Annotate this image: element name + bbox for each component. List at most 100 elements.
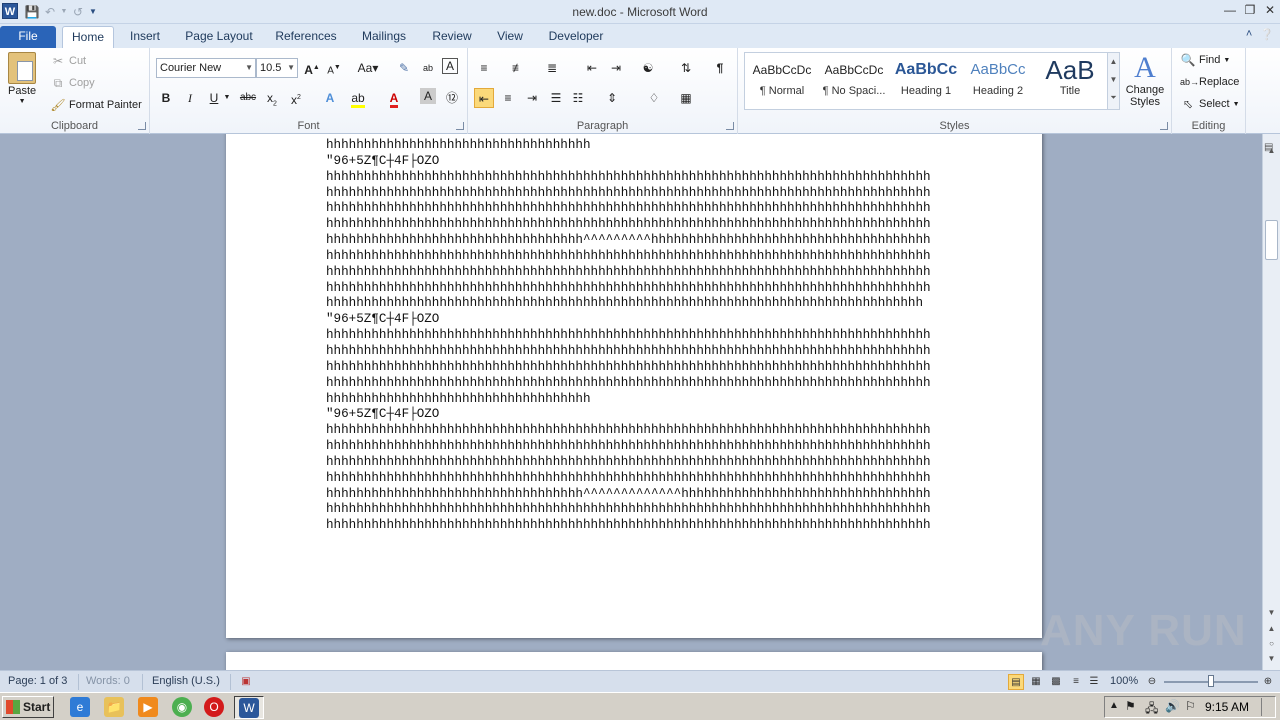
find-button[interactable]: 🔍 Find ▼ xyxy=(1180,52,1231,68)
decrease-indent-icon[interactable]: ⇤ xyxy=(582,58,602,78)
vertical-scrollbar[interactable]: ▲ ▼ ▲ ○ ▼ xyxy=(1262,134,1280,670)
document-line[interactable]: hhhhhhhhhhhhhhhhhhhhhhhhhhhhhhhhhhhhhhhh… xyxy=(326,186,931,202)
document-line[interactable]: "96+5Z¶C┼4F├OZO xyxy=(326,407,931,423)
document-line[interactable]: hhhhhhhhhhhhhhhhhhhhhhhhhhhhhhhhhhhhhhhh… xyxy=(326,471,931,487)
align-left-icon[interactable]: ⇤ xyxy=(474,88,494,108)
draft-view-icon[interactable]: ☰ xyxy=(1086,674,1102,690)
strikethrough-button[interactable]: abc xyxy=(238,88,258,108)
document-line[interactable]: hhhhhhhhhhhhhhhhhhhhhhhhhhhhhhhhhhhhhhhh… xyxy=(326,518,931,534)
justify-icon[interactable]: ☰ xyxy=(546,88,566,108)
sort-icon[interactable]: ⇅ xyxy=(676,58,696,78)
scroll-down-icon[interactable]: ▼ xyxy=(1263,608,1280,617)
bullets-icon[interactable]: ≡ xyxy=(474,58,494,78)
show-desktop-button[interactable] xyxy=(1261,698,1273,716)
start-button[interactable]: Start xyxy=(2,696,54,718)
media-player-icon[interactable]: ▶ xyxy=(138,697,158,717)
document-line[interactable]: hhhhhhhhhhhhhhhhhhhhhhhhhhhhhhhhhhhhhhhh… xyxy=(326,265,931,281)
document-line[interactable]: hhhhhhhhhhhhhhhhhhhhhhhhhhhhhhhhhhhhhhhh… xyxy=(326,376,931,392)
styles-gallery-scroll[interactable]: ▲ ▼ ⏷ xyxy=(1107,53,1119,109)
print-layout-view-icon[interactable]: ▤ xyxy=(1008,674,1024,690)
gallery-down-icon[interactable]: ▼ xyxy=(1108,71,1119,89)
style-heading-2[interactable]: AaBbCc Heading 2 xyxy=(963,55,1033,107)
scroll-thumb[interactable] xyxy=(1265,220,1278,260)
underline-button[interactable]: U xyxy=(204,88,224,108)
align-right-icon[interactable]: ⇥ xyxy=(522,88,542,108)
document-line[interactable]: hhhhhhhhhhhhhhhhhhhhhhhhhhhhhhhhhhhhhhhh… xyxy=(326,328,931,344)
tab-references[interactable]: References xyxy=(272,26,340,48)
document-line[interactable]: hhhhhhhhhhhhhhhhhhhhhhhhhhhhhhhhhhhhhhhh… xyxy=(326,344,931,360)
style-normal[interactable]: AaBbCcDc ¶ Normal xyxy=(747,55,817,107)
close-icon[interactable]: ✕ xyxy=(1260,0,1280,20)
document-page[interactable]: hhhhhhhhhhhhhhhhhhhhhhhhhhhhhhhhhhh "96+5… xyxy=(226,134,1042,638)
highlight-color-icon[interactable]: ab xyxy=(348,88,368,108)
format-painter-button[interactable]: 🖌 Format Painter xyxy=(50,97,141,113)
web-layout-icon[interactable]: ▩ xyxy=(1048,674,1064,690)
outline-view-icon[interactable]: ≡ xyxy=(1068,674,1084,690)
change-case-button[interactable]: Aa▾ xyxy=(354,58,382,78)
show-formatting-marks-icon[interactable]: ¶ xyxy=(710,58,730,78)
document-line[interactable]: hhhhhhhhhhhhhhhhhhhhhhhhhhhhhhhhhhh xyxy=(326,392,931,408)
paragraph-launcher-icon[interactable] xyxy=(726,122,734,130)
gallery-more-icon[interactable]: ⏷ xyxy=(1108,89,1119,107)
select-button[interactable]: ⬁ Select ▼ xyxy=(1180,96,1240,112)
page-count[interactable]: Page: 1 of 3 xyxy=(8,675,67,687)
show-hidden-icons-icon[interactable]: ▲ xyxy=(1109,700,1119,711)
word-count[interactable]: Words: 0 xyxy=(86,675,130,687)
change-styles-button[interactable]: A Change Styles xyxy=(1124,52,1166,109)
gallery-up-icon[interactable]: ▲ xyxy=(1108,53,1119,71)
line-spacing-icon[interactable]: ⇕ xyxy=(602,88,622,108)
next-page-icon[interactable]: ▼ xyxy=(1263,654,1280,663)
character-border-icon[interactable]: A xyxy=(442,58,458,74)
tab-insert[interactable]: Insert xyxy=(124,26,166,48)
style-no-spacing[interactable]: AaBbCcDc ¶ No Spaci... xyxy=(819,55,889,107)
character-shading-icon[interactable]: A xyxy=(420,88,436,104)
cut-button[interactable]: ✂ Cut xyxy=(50,53,86,69)
styles-launcher-icon[interactable] xyxy=(1160,122,1168,130)
document-body[interactable]: hhhhhhhhhhhhhhhhhhhhhhhhhhhhhhhhhhh "96+5… xyxy=(326,138,931,534)
taskbar-word-window[interactable]: W xyxy=(234,696,264,719)
style-title[interactable]: AaB Title xyxy=(1035,55,1105,107)
previous-page-icon[interactable]: ▲ xyxy=(1263,624,1280,633)
document-line[interactable]: hhhhhhhhhhhhhhhhhhhhhhhhhhhhhhhhhhhhhhhh… xyxy=(326,296,931,312)
align-center-icon[interactable]: ≡ xyxy=(498,88,518,108)
document-line[interactable]: hhhhhhhhhhhhhhhhhhhhhhhhhhhhhhhhhh^^^^^^… xyxy=(326,487,931,503)
zoom-level[interactable]: 100% xyxy=(1110,675,1138,687)
zoom-in-icon[interactable]: ⊕ xyxy=(1260,674,1276,690)
minimize-ribbon-icon[interactable]: ˄ xyxy=(1246,28,1252,41)
network-icon[interactable]: 🖧 xyxy=(1145,699,1158,720)
zoom-out-icon[interactable]: ⊖ xyxy=(1144,674,1160,690)
clear-formatting-icon[interactable]: ✎ xyxy=(394,58,414,78)
paste-button[interactable]: Paste ▼ xyxy=(8,52,36,105)
document-line[interactable]: hhhhhhhhhhhhhhhhhhhhhhhhhhhhhhhhhhhhhhhh… xyxy=(326,201,931,217)
font-size-dropdown[interactable]: 10.5 ▼ xyxy=(256,58,298,78)
document-page-2[interactable] xyxy=(226,652,1042,670)
internet-explorer-icon[interactable]: e xyxy=(70,697,90,717)
document-line[interactable]: hhhhhhhhhhhhhhhhhhhhhhhhhhhhhhhhhhhhhhhh… xyxy=(326,170,931,186)
asian-layout-icon[interactable]: ☯ xyxy=(638,58,658,78)
document-line[interactable]: hhhhhhhhhhhhhhhhhhhhhhhhhhhhhhhhhhh xyxy=(326,138,931,154)
zoom-slider-thumb[interactable] xyxy=(1208,675,1214,687)
font-family-dropdown[interactable]: Courier New ▼ xyxy=(156,58,256,78)
italic-button[interactable]: I xyxy=(180,88,200,108)
document-line[interactable]: hhhhhhhhhhhhhhhhhhhhhhhhhhhhhhhhhhhhhhhh… xyxy=(326,439,931,455)
volume-icon[interactable]: 🔊 xyxy=(1165,699,1180,713)
macro-recording-icon[interactable]: ▣ xyxy=(238,674,254,690)
increase-indent-icon[interactable]: ⇥ xyxy=(606,58,626,78)
subscript-button[interactable]: x2 xyxy=(262,88,282,108)
superscript-button[interactable]: x2 xyxy=(286,88,306,108)
shading-icon[interactable]: ♢ xyxy=(644,88,664,108)
opera-icon[interactable]: O xyxy=(204,697,224,717)
numbering-icon[interactable]: ≢ xyxy=(508,58,528,78)
copy-button[interactable]: ⧉ Copy xyxy=(50,75,95,91)
language-indicator[interactable]: English (U.S.) xyxy=(152,675,220,687)
chrome-icon[interactable]: ◉ xyxy=(172,697,192,717)
document-line[interactable]: hhhhhhhhhhhhhhhhhhhhhhhhhhhhhhhhhh^^^^^^… xyxy=(326,233,931,249)
enclose-characters-icon[interactable]: ⑫ xyxy=(442,88,462,108)
tab-review[interactable]: Review xyxy=(428,26,476,48)
phonetic-guide-icon[interactable]: ab xyxy=(418,58,438,78)
document-line[interactable]: hhhhhhhhhhhhhhhhhhhhhhhhhhhhhhhhhhhhhhhh… xyxy=(326,281,931,297)
font-color-icon[interactable]: A xyxy=(384,88,404,108)
file-explorer-icon[interactable]: 📁 xyxy=(104,697,124,717)
view-ruler-icon[interactable]: ▤ xyxy=(1264,142,1278,156)
font-launcher-icon[interactable] xyxy=(456,122,464,130)
